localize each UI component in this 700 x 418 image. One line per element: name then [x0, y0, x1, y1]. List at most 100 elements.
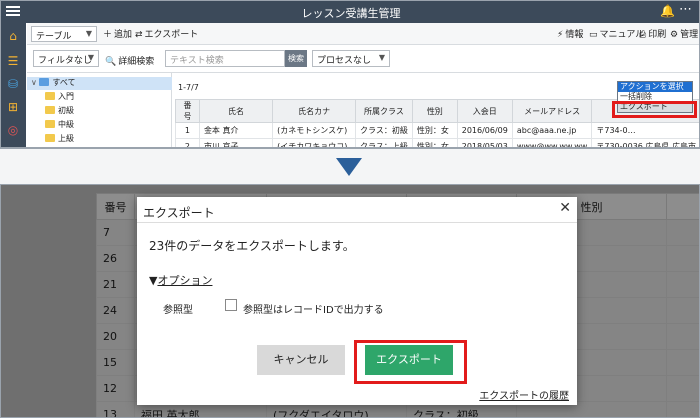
home-icon[interactable]: ⌂ — [6, 29, 20, 43]
ref-type-label: 参照型 — [163, 305, 193, 316]
bg-cell — [666, 245, 699, 272]
bg-cell-number: 20 — [96, 323, 135, 350]
toolbar: テーブル ▼ ＋追加 ⇄ エクスポート ⚡ 情報 ▭ マニュアル ⎙ 印刷 ⚙ 管理 — [27, 23, 699, 45]
plug-icon: ⚡ — [557, 30, 564, 40]
down-arrow-icon — [336, 158, 362, 176]
record-count: 1-7/7 — [178, 83, 199, 92]
export-toolbar-button[interactable]: ⇄ エクスポート — [135, 27, 198, 40]
add-label: 追加 — [114, 30, 133, 40]
cell-kana: (イチカワキョウコ) — [272, 138, 357, 147]
ref-type-checkbox-label[interactable]: 参照型はレコードIDで出力する — [243, 301, 384, 316]
tree-item-label: 初級 — [58, 106, 74, 115]
gear-icon: ⚙ — [670, 30, 679, 40]
manual-button[interactable]: ▭ マニュアル — [589, 27, 644, 40]
close-icon[interactable]: ✕ — [559, 200, 571, 216]
col-header[interactable]: 所属クラス — [355, 99, 413, 123]
cell-email: www@ww.ww.ww — [511, 138, 593, 147]
tree-item[interactable]: 上級 — [45, 133, 74, 146]
export-label: エクスポート — [144, 30, 199, 40]
filter-bar: フィルタなし ▼ 🔍 詳細検索 テキスト検索 検索 プロセスなし ▼ — [27, 45, 699, 73]
tree-item[interactable]: 入門 — [45, 91, 74, 104]
ref-type-checkbox[interactable] — [225, 299, 237, 311]
bg-cell-number: 21 — [96, 271, 135, 298]
add-button[interactable]: ＋追加 — [103, 27, 132, 40]
bg-col-header — [666, 193, 699, 220]
col-header[interactable]: メールアドレス — [511, 99, 593, 123]
cell-number: 1 — [175, 122, 200, 139]
table-row[interactable]: 1 金本 真介 (カネモトシンスケ) クラス：初級 性別：女 2016/06/0… — [175, 122, 699, 139]
cell-join-date: 2018/05/03 — [456, 138, 513, 147]
bg-cell — [666, 271, 699, 298]
col-header[interactable]: 入会日 — [456, 99, 513, 123]
book-icon: ▭ — [589, 30, 598, 40]
tree-item[interactable]: 初級 — [45, 105, 74, 118]
bg-cell-number: 24 — [96, 297, 135, 324]
chevron-down-icon: ▼ — [378, 53, 385, 62]
more-menu-icon[interactable]: ⋯ — [679, 2, 693, 17]
options-link[interactable]: オプション — [157, 274, 212, 287]
category-tree: ∨ すべて 入門 初級 中級 上級 — [27, 73, 172, 147]
cell-join-date: 2016/06/09 — [456, 122, 513, 139]
col-header[interactable]: 番号 — [175, 99, 200, 123]
cancel-button[interactable]: キャンセル — [257, 345, 345, 375]
bg-cell-number: 26 — [96, 245, 135, 272]
tree-item-label: 入門 — [58, 92, 74, 101]
cell-address: 〒730-0036 広島県 広島市 — [591, 138, 699, 147]
cell-name: 市川 京子 — [198, 138, 274, 147]
cell-kana: (カネモトシンスケ) — [272, 122, 357, 139]
cell-address: 〒734-0… — [591, 122, 699, 139]
folder-icon — [45, 106, 55, 114]
search-icon: 🔍 — [105, 57, 117, 67]
list-icon[interactable]: ☰ — [6, 54, 20, 68]
chevron-down-icon: ▼ — [87, 53, 94, 62]
advanced-search-label: 詳細検索 — [118, 57, 155, 67]
bag-icon[interactable]: ⊞ — [6, 100, 20, 114]
folder-icon — [45, 120, 55, 128]
tree-item-all[interactable]: ∨ すべて — [27, 77, 172, 90]
app-title: レッスン受講生管理 — [301, 7, 401, 20]
printer-icon: ⎙ — [639, 30, 647, 40]
tree-item[interactable]: 中級 — [45, 119, 74, 132]
admin-button[interactable]: ⚙ 管理 — [670, 27, 698, 40]
info-label: 情報 — [565, 30, 584, 40]
folder-icon — [45, 92, 55, 100]
dialog-divider — [137, 222, 577, 223]
cell-email: abc@aaa.ne.jp — [511, 122, 593, 139]
bell-icon[interactable]: 🔔 — [660, 4, 675, 18]
database-icon[interactable]: ⛁ — [6, 77, 20, 91]
bg-cell-number: 15 — [96, 349, 135, 376]
export-history-link[interactable]: エクスポートの履歴 — [479, 387, 569, 402]
search-input[interactable]: テキスト検索 — [165, 50, 285, 67]
action-select-header[interactable]: アクションを選択 — [618, 82, 692, 92]
process-select[interactable]: プロセスなし ▼ — [312, 50, 390, 67]
tree-item-label: 中級 — [58, 120, 74, 129]
filter-select[interactable]: フィルタなし ▼ — [33, 50, 99, 67]
col-header[interactable]: 氏名カナ — [272, 99, 357, 123]
highlight-box-export-button — [354, 340, 467, 384]
options-toggle[interactable]: ▼オプション — [149, 272, 212, 288]
export-icon: ⇄ — [135, 30, 143, 40]
table-select[interactable]: テーブル ▼ — [31, 26, 97, 42]
dialog-message: 23件のデータをエクスポートします。 — [149, 239, 355, 253]
cell-class: クラス：初級 — [355, 122, 413, 139]
cell-class: クラス：上級 — [355, 138, 413, 147]
advanced-search-button[interactable]: 🔍 詳細検索 — [105, 54, 154, 67]
filter-select-value: フィルタなし — [38, 56, 92, 66]
search-button[interactable]: 検索 — [285, 50, 307, 67]
bg-cell — [666, 349, 699, 376]
col-header[interactable]: 氏名 — [198, 99, 274, 123]
table-row[interactable]: 2 市川 京子 (イチカワキョウコ) クラス：上級 性別：女 2018/05/0… — [175, 138, 699, 147]
print-button[interactable]: ⎙ 印刷 — [639, 27, 666, 40]
col-header[interactable]: 性別 — [411, 99, 458, 123]
process-select-value: プロセスなし — [317, 56, 372, 66]
bg-cell-number: 12 — [96, 375, 135, 402]
app-screenshot-bottom: 番号 性別 7：男 26 21 24 20 15 12 13福田 英太郎(フクダ… — [0, 184, 700, 418]
admin-label: 管理 — [680, 30, 699, 40]
plus-icon: ＋ — [103, 30, 113, 40]
left-rail: ⌂ ☰ ⛁ ⊞ ◎ — [1, 23, 26, 147]
info-button[interactable]: ⚡ 情報 — [557, 27, 583, 40]
bg-cell — [666, 219, 699, 246]
support-icon[interactable]: ◎ — [6, 123, 20, 137]
app-titlebar: レッスン受講生管理 🔔 ⋯ — [1, 1, 699, 23]
chevron-down-icon: ▼ — [85, 29, 92, 38]
